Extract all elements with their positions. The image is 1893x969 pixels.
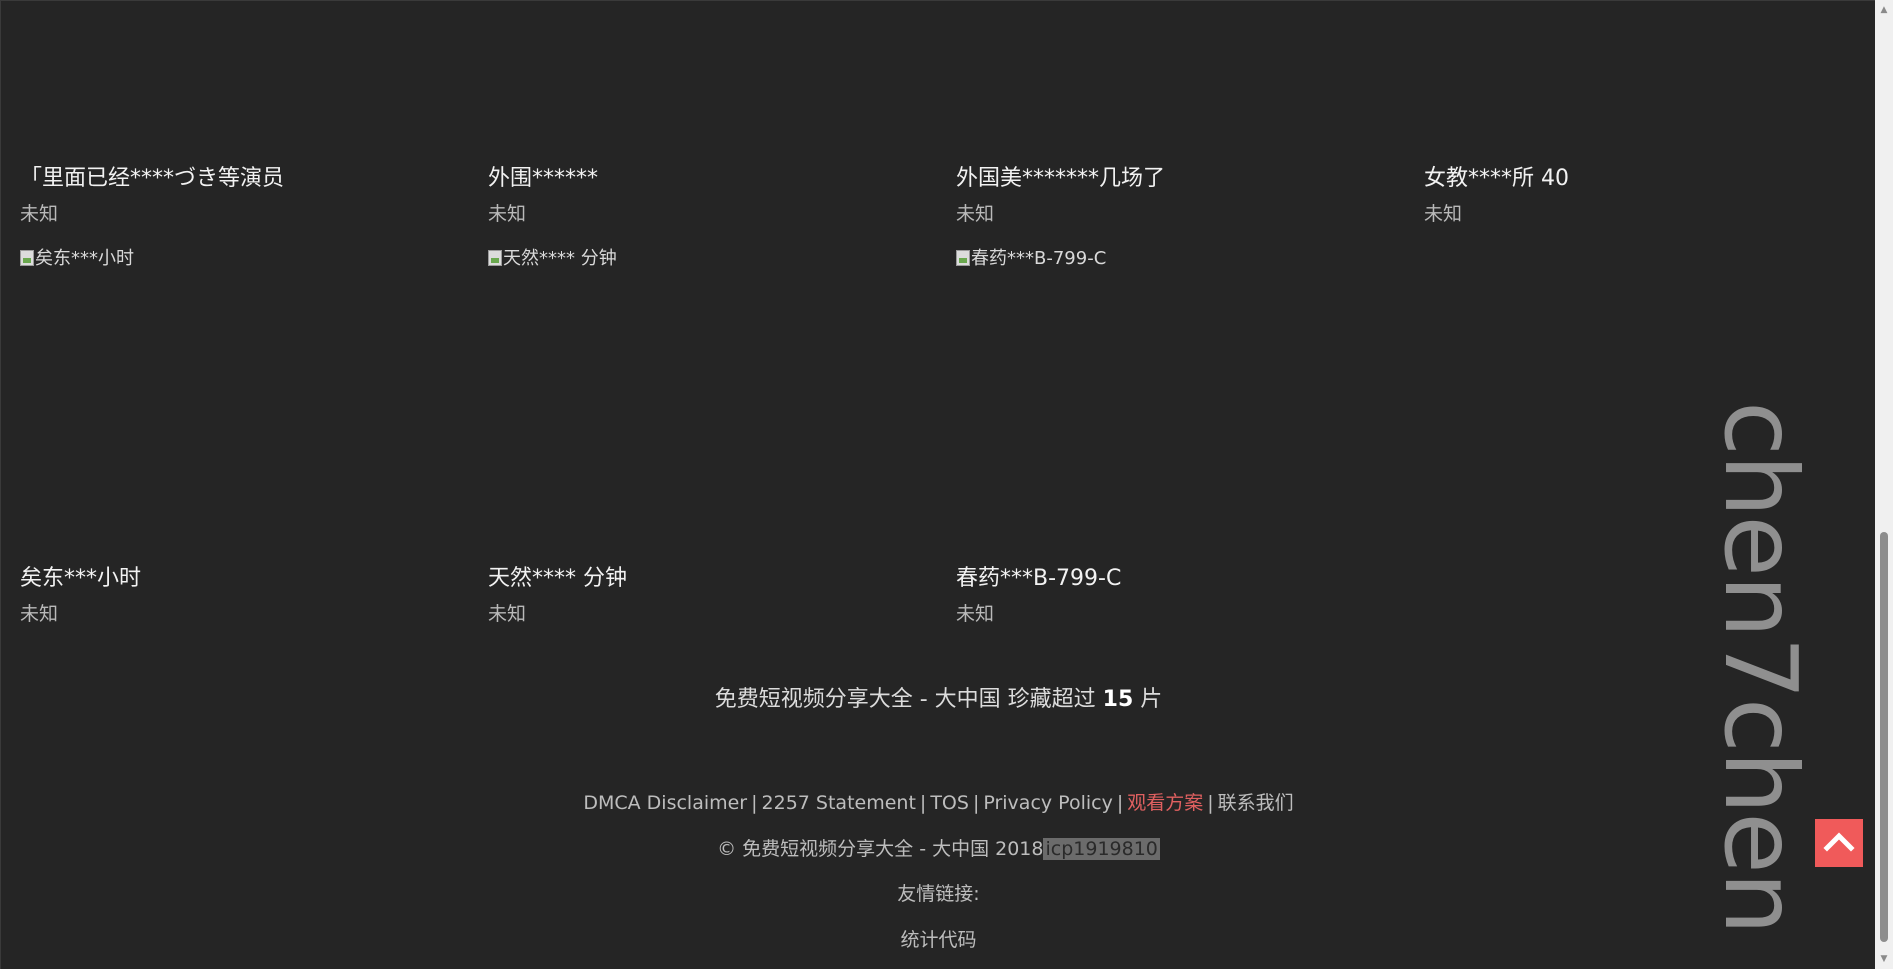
video-title[interactable]: 春药***B-799-C [956, 564, 1396, 594]
site-tagline: 免费短视频分享大全 - 大中国 珍藏超过 15 片 [1, 681, 1876, 713]
video-meta: 未知 [956, 603, 995, 625]
video-card[interactable]: 春药***B-799-C 未知 [956, 564, 1396, 627]
page: 「里面已经****づき等演员 未知 外围****** 未知 外国美*******… [0, 0, 1875, 969]
link-separator: | [1207, 792, 1214, 814]
copyright-text: © 免费短视频分享大全 - 大中国 2018 [717, 838, 1044, 860]
viewing-plan-link[interactable]: 观看方案 [1127, 792, 1203, 814]
link-separator: | [1116, 792, 1124, 814]
video-meta: 未知 [488, 203, 527, 225]
scroll-down-icon[interactable]: ▼ [1875, 951, 1893, 967]
dmca-link[interactable]: DMCA Disclaimer [583, 792, 747, 814]
video-card[interactable]: 天然**** 分钟 未知 [488, 564, 928, 627]
video-card[interactable]: 「里面已经****づき等演员 未知 [20, 164, 460, 227]
link-separator: | [972, 792, 980, 814]
tos-link[interactable]: TOS [930, 792, 969, 814]
broken-image-icon [20, 250, 34, 266]
scrollbar-thumb[interactable] [1880, 532, 1888, 942]
contact-us-link[interactable]: 联系我们 [1218, 792, 1294, 814]
tagline-suffix: 片 [1133, 687, 1163, 712]
stats-code: 统计代码 [900, 929, 977, 951]
video-card[interactable]: 外国美*******几场了 未知 [956, 164, 1396, 227]
video-title[interactable]: 外围****** [488, 164, 928, 194]
video-count: 15 [1102, 687, 1134, 712]
video-title[interactable]: 外国美*******几场了 [956, 164, 1396, 194]
thumbnail-alt-text: 春药***B-799-C [971, 248, 1107, 269]
broken-image-icon [956, 250, 970, 266]
video-meta: 未知 [956, 203, 995, 225]
copyright: © 免费短视频分享大全 - 大中国 2018 icp1919810 [1, 834, 1876, 861]
privacy-policy-link[interactable]: Privacy Policy [983, 792, 1112, 814]
video-thumbnail[interactable]: 矣东***小时 [20, 248, 134, 270]
vertical-scrollbar[interactable]: ▲ ▼ [1875, 0, 1893, 969]
scroll-up-icon[interactable]: ▲ [1875, 2, 1893, 18]
video-meta: 未知 [20, 603, 59, 625]
video-title[interactable]: 女教****所 40 [1424, 164, 1864, 194]
video-title[interactable]: 矣东***小时 [20, 564, 460, 594]
broken-image-icon [488, 250, 502, 266]
video-card[interactable]: 外围****** 未知 [488, 164, 928, 227]
link-separator: | [919, 792, 927, 814]
tagline-text: 免费短视频分享大全 - 大中国 珍藏超过 [714, 687, 1103, 712]
video-card[interactable]: 女教****所 40 未知 [1424, 164, 1864, 227]
back-to-top-button[interactable] [1815, 819, 1863, 867]
video-meta: 未知 [1424, 203, 1463, 225]
thumbnail-alt-text: 天然**** 分钟 [503, 248, 617, 269]
icp-number: icp1919810 [1043, 838, 1160, 860]
watermark-text: chen7chen [1702, 401, 1819, 934]
video-thumbnail[interactable]: 春药***B-799-C [956, 248, 1106, 270]
statement-2257-link[interactable]: 2257 Statement [762, 792, 916, 814]
video-thumbnail[interactable]: 天然**** 分钟 [488, 248, 617, 270]
video-meta: 未知 [20, 203, 59, 225]
thumbnail-alt-text: 矣东***小时 [35, 248, 134, 269]
link-separator: | [751, 792, 758, 814]
video-title[interactable]: 天然**** 分钟 [488, 564, 928, 594]
watermark: chen7chen [1691, 401, 1821, 961]
video-card[interactable]: 矣东***小时 未知 [20, 564, 460, 627]
chevron-up-icon [1823, 832, 1855, 852]
friend-links: 友情链接: [897, 883, 980, 905]
footer-links: DMCA Disclaimer | 2257 Statement | TOS | Priva… [1, 788, 1876, 815]
video-meta: 未知 [488, 603, 527, 625]
video-title[interactable]: 「里面已经****づき等演员 [20, 164, 460, 194]
